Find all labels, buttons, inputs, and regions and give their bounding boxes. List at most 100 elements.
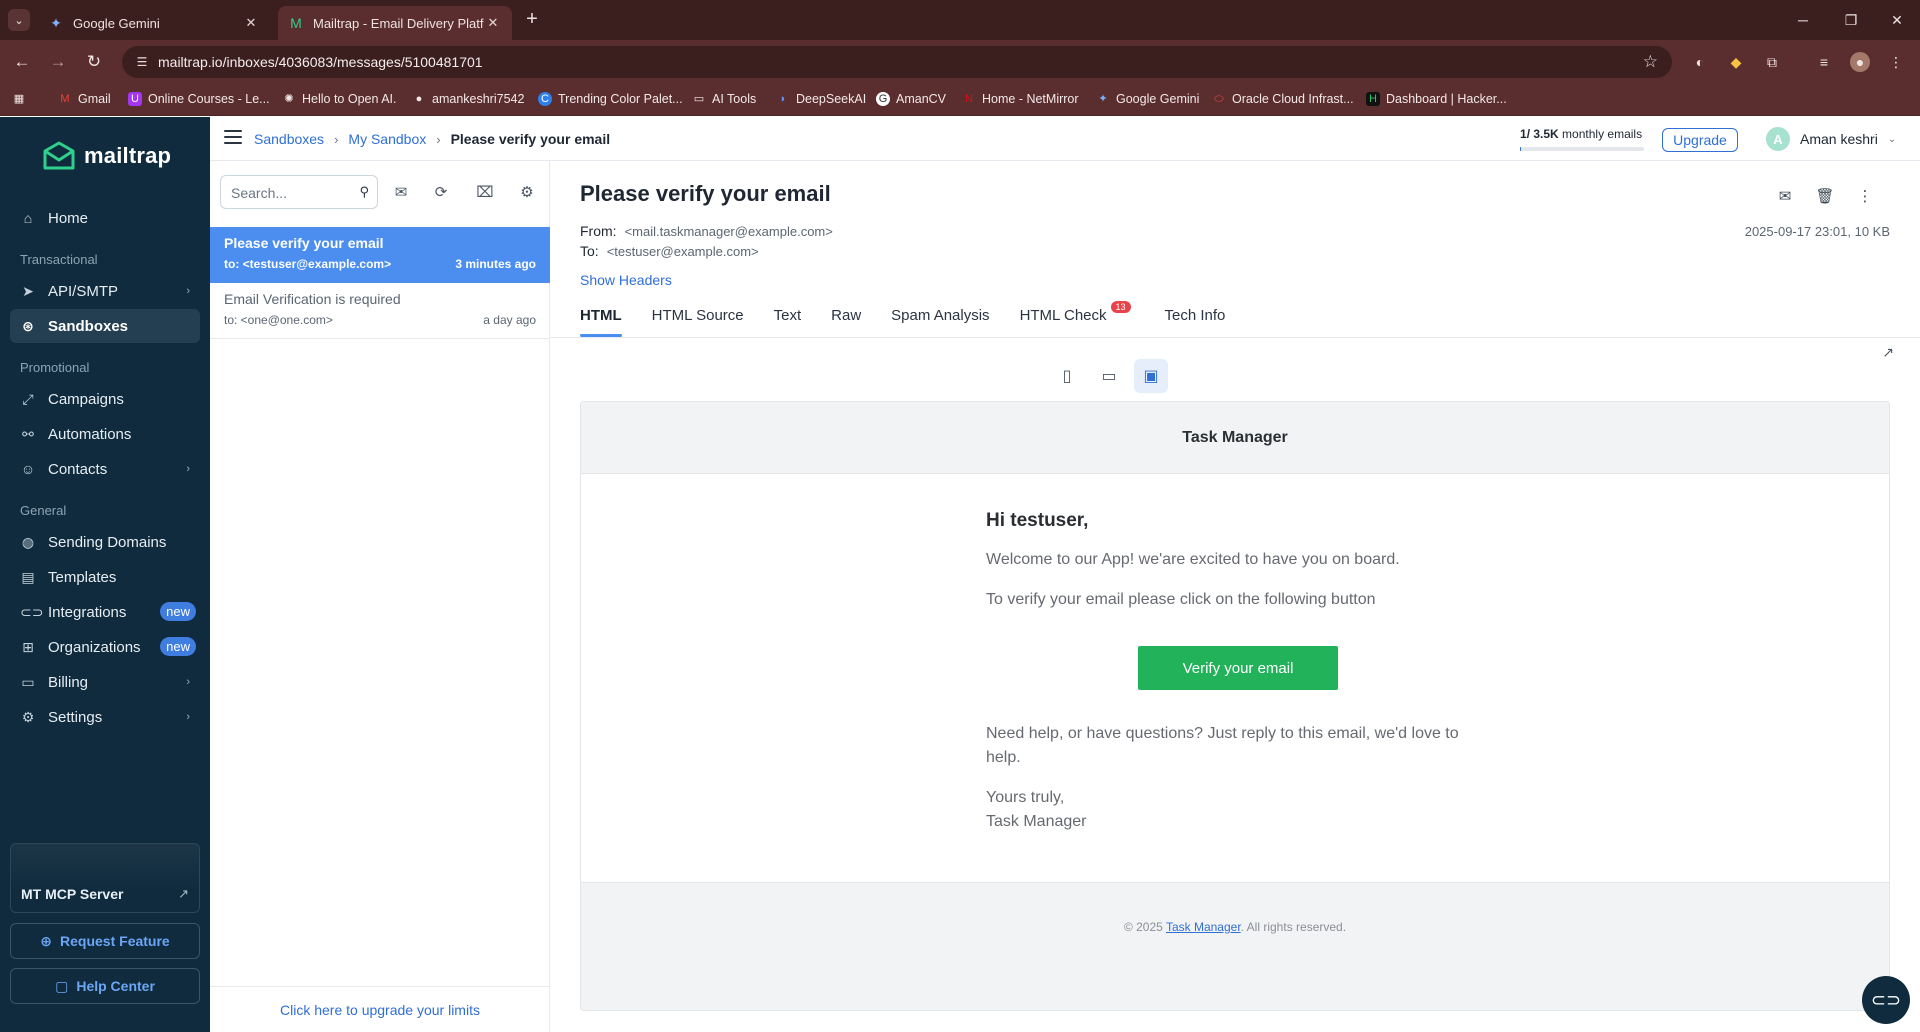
breadcrumb-current: Please verify your email [450, 131, 611, 147]
tab-search-chevron-icon[interactable]: ⌄ [8, 9, 30, 31]
mcp-server-card[interactable]: MT MCP Server ↗ [10, 843, 200, 913]
forward-email-icon[interactable]: ✉ [1770, 185, 1800, 209]
profile-avatar[interactable]: ● [1850, 52, 1870, 72]
bookmark-online-courses[interactable]: U Online Courses - Le... [128, 92, 270, 106]
browser-tab-gemini[interactable]: ✦ Google Gemini ✕ [38, 6, 270, 40]
extension-icon[interactable]: ◐ [1690, 52, 1710, 72]
avatar: A [1766, 127, 1790, 151]
media-controls-icon[interactable]: ≡ [1814, 52, 1834, 72]
bookmark-openai[interactable]: ✺ Hello to Open AI. [282, 92, 396, 106]
email-instruction-text: To verify your email please click on the… [986, 591, 1376, 608]
sidebar-item-sending-domains[interactable]: ◍ Sending Domains [10, 525, 200, 559]
verify-email-button[interactable]: Verify your email [1138, 646, 1338, 690]
minimize-window-icon[interactable]: ─ [1788, 8, 1818, 32]
new-tab-button[interactable]: + [520, 8, 544, 32]
restore-window-icon[interactable]: ❐ [1836, 8, 1866, 32]
link-icon: ⊂⊃ [20, 604, 44, 620]
bookmark-deepseek[interactable]: ◗ DeepSeekAI [776, 92, 867, 106]
bookmark-gmail[interactable]: M Gmail [58, 92, 110, 106]
close-tab-icon[interactable]: ✕ [242, 15, 260, 31]
more-options-icon[interactable]: ⋮ [1850, 185, 1880, 209]
bookmark-github[interactable]: ● amankeshri7542 [412, 92, 525, 106]
quota-limit: / 3.5K [1526, 127, 1559, 141]
bookmark-ai-tools[interactable]: ▭ AI Tools [692, 92, 756, 106]
back-arrow-icon[interactable]: ← [10, 50, 34, 74]
open-in-new-window-icon[interactable]: ↗ [1882, 344, 1894, 361]
bookmark-color-palettes[interactable]: C Trending Color Palet... [538, 92, 683, 106]
browser-menu-icon[interactable]: ⋮ [1886, 52, 1906, 72]
mailtrap-logo[interactable]: mailtrap [42, 141, 171, 171]
tab-html[interactable]: HTML [580, 297, 622, 337]
show-headers-link[interactable]: Show Headers [580, 272, 672, 288]
reload-icon[interactable]: ↻ [82, 50, 106, 74]
desktop-view-icon[interactable]: ▣ [1134, 359, 1168, 393]
tab-raw[interactable]: Raw [831, 297, 861, 337]
tab-html-check[interactable]: HTML Check 13 [1020, 297, 1131, 337]
bookmark-netmirror[interactable]: N Home - NetMirror [962, 92, 1079, 106]
clear-inbox-icon[interactable]: ⌧ [474, 183, 496, 203]
mark-read-icon[interactable]: ✉ [390, 183, 412, 203]
external-link-icon[interactable]: ↗ [178, 886, 189, 902]
sidebar-item-settings[interactable]: ⚙ Settings › [10, 700, 200, 734]
extensions-puzzle-icon[interactable]: ⧉ [1762, 52, 1782, 72]
browser-tab-mailtrap[interactable]: M Mailtrap - Email Delivery Platform ✕ [278, 6, 512, 40]
sidebar-item-organizations[interactable]: ⊞ Organizations new [10, 630, 200, 664]
user-menu[interactable]: A Aman keshri ⌄ [1766, 127, 1896, 151]
forward-arrow-icon[interactable]: → [46, 50, 70, 74]
tab-spam-analysis[interactable]: Spam Analysis [891, 297, 989, 337]
sidebar-item-billing[interactable]: ▭ Billing › [10, 665, 200, 699]
site-info-icon[interactable]: ☰ [134, 54, 150, 70]
message-recipient: to: <one@one.com> [224, 313, 333, 327]
list-item[interactable]: Email Verification is required to: <one@… [210, 283, 550, 339]
tab-text[interactable]: Text [774, 297, 802, 337]
close-window-icon[interactable]: ✕ [1882, 8, 1912, 32]
bookmark-star-icon[interactable]: ☆ [1643, 52, 1658, 72]
bookmark-gemini[interactable]: ✦ Google Gemini [1096, 92, 1199, 106]
chat-icon: ⊂⊃ [1870, 989, 1902, 1010]
sidebar-item-contacts[interactable]: ☺ Contacts › [10, 452, 200, 486]
close-tab-icon[interactable]: ✕ [484, 15, 502, 31]
mobile-view-icon[interactable]: ▯ [1050, 359, 1084, 393]
email-footer-link[interactable]: Task Manager [1166, 920, 1241, 934]
address-url[interactable]: mailtrap.io/inboxes/4036083/messages/510… [158, 54, 483, 70]
tab-tech-info[interactable]: Tech Info [1165, 297, 1226, 337]
address-bar[interactable]: ☰ mailtrap.io/inboxes/4036083/messages/5… [122, 46, 1672, 78]
breadcrumb-my-sandbox[interactable]: My Sandbox [348, 131, 426, 147]
message-date-size: 2025-09-17 23:01, 10 KB [1744, 224, 1890, 239]
request-feature-button[interactable]: ⊕ Request Feature [10, 923, 200, 959]
inbox-settings-icon[interactable]: ⚙ [516, 183, 538, 203]
sidebar-item-api-smtp[interactable]: ➤ API/SMTP › [10, 274, 200, 308]
tab-html-source[interactable]: HTML Source [652, 297, 744, 337]
sidebar-item-campaigns[interactable]: ⤢ Campaigns [10, 382, 200, 416]
tablet-view-icon[interactable]: ▭ [1092, 359, 1126, 393]
upgrade-limits-link[interactable]: Click here to upgrade your limits [280, 1002, 480, 1018]
breadcrumb-sandboxes[interactable]: Sandboxes [254, 131, 324, 147]
trash-icon[interactable]: 🗑 [1810, 185, 1840, 209]
apps-grid-icon[interactable]: ▦ [12, 92, 26, 106]
sidebar-item-templates[interactable]: ▤ Templates [10, 560, 200, 594]
list-item[interactable]: Please verify your email to: <testuser@e… [210, 227, 550, 283]
message-time: a day ago [483, 313, 536, 327]
organization-icon: ⊞ [22, 639, 34, 655]
sidebar-item-home[interactable]: ⌂ Home [10, 201, 200, 235]
bookmark-hackerrank[interactable]: H Dashboard | Hacker... [1366, 92, 1507, 106]
refresh-icon[interactable]: ⟳ [430, 183, 452, 203]
new-badge: new [160, 637, 196, 656]
search-input[interactable] [231, 183, 351, 203]
udemy-icon: U [128, 92, 142, 106]
extension-icon[interactable]: ◆ [1726, 52, 1746, 72]
upgrade-button[interactable]: Upgrade [1662, 128, 1738, 152]
help-center-button[interactable]: ▢ Help Center [10, 968, 200, 1004]
sidebar-item-integrations[interactable]: ⊂⊃ Integrations new [10, 595, 200, 629]
sidebar-item-automations[interactable]: ⚯ Automations [10, 417, 200, 451]
search-field[interactable]: ⚲ [220, 175, 378, 209]
app-header: Sandboxes › My Sandbox › Please verify y… [210, 117, 1920, 161]
sidebar-item-sandboxes[interactable]: ⊛ Sandboxes [10, 309, 200, 343]
sidebar-item-label: Home [48, 209, 89, 227]
chat-widget-button[interactable]: ⊂⊃ [1862, 976, 1910, 1024]
menu-toggle-icon[interactable] [224, 130, 242, 144]
bookmark-amancv[interactable]: G AmanCV [876, 92, 946, 106]
search-icon[interactable]: ⚲ [359, 184, 369, 200]
bookmark-oracle[interactable]: ⬭ Oracle Cloud Infrast... [1212, 92, 1353, 106]
hackerrank-icon: H [1366, 92, 1380, 106]
